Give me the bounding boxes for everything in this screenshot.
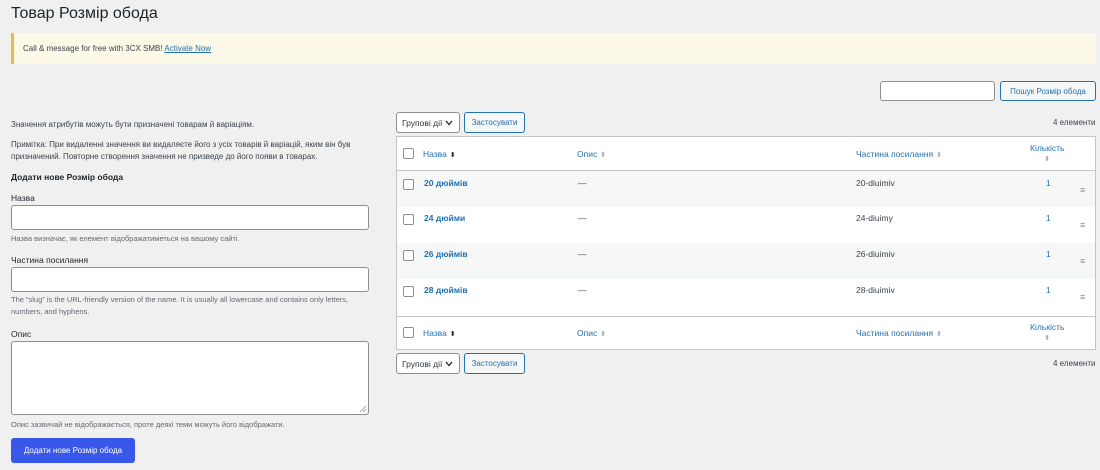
- add-new-button[interactable]: Додати нове Розмір обода: [11, 438, 135, 463]
- description-label: Опис: [11, 329, 32, 339]
- sort-arrows-icon: ⬍: [1044, 335, 1051, 342]
- row-checkbox[interactable]: [403, 250, 414, 261]
- notice-banner: Call & message for free with 3CX SMB! Ac…: [11, 33, 1096, 64]
- apply-button-top[interactable]: Застосувати: [464, 112, 525, 133]
- bulk-actions-select-bottom[interactable]: Групові дії: [396, 353, 460, 374]
- term-count-link[interactable]: 1: [1046, 285, 1051, 295]
- search-input[interactable]: [880, 81, 995, 101]
- table-row: 28 дюймів — 28-diuimiv 1 ≡: [397, 279, 1095, 316]
- table-row: 20 дюймів — 20-diuimiv 1 ≡: [397, 171, 1095, 207]
- table-row: 26 дюймів — 26-diuimiv 1 ≡: [397, 243, 1095, 279]
- chevron-down-icon: [445, 361, 453, 366]
- column-header-name[interactable]: Назва ⬍: [423, 149, 456, 159]
- column-footer-slug[interactable]: Частина посилання ⬍: [856, 328, 942, 338]
- drag-handle-icon[interactable]: ≡: [1080, 185, 1085, 195]
- table-row: 24 дюйми — 24-diuimy 1 ≡: [397, 207, 1095, 243]
- description-textarea[interactable]: [11, 341, 369, 415]
- name-input[interactable]: [11, 205, 369, 230]
- column-footer-description[interactable]: Опис ⬍: [577, 328, 606, 338]
- items-count-bottom: 4 елементи: [1053, 359, 1096, 368]
- table-footer: Назва ⬍ Опис ⬍ Частина посилання ⬍ Кількіст…: [397, 317, 1095, 349]
- term-description: —: [578, 249, 587, 259]
- slug-input[interactable]: [11, 267, 369, 292]
- description-help: Опис зазвичай не відображається, проте д…: [11, 420, 285, 429]
- items-count-top: 4 елементи: [1053, 118, 1096, 127]
- term-name-link[interactable]: 24 дюйми: [424, 213, 465, 223]
- term-slug: 26-diuimiv: [856, 249, 895, 259]
- resize-handle-icon[interactable]: [359, 405, 367, 413]
- bulk-actions-label: Групові дії: [402, 117, 443, 128]
- select-all-checkbox-footer[interactable]: [403, 327, 414, 338]
- table-header: Назва ⬍ Опис ⬍ Частина посилання ⬍ Кількіст…: [397, 137, 1095, 171]
- search-button[interactable]: Пошук Розмір обода: [1000, 81, 1096, 101]
- bulk-actions-label: Групові дії: [402, 358, 443, 369]
- term-slug: 24-diuimy: [856, 213, 893, 223]
- sort-arrows-icon: ⬍: [1044, 156, 1051, 163]
- slug-label: Частина посилання: [11, 255, 89, 265]
- name-description: Назва визначає, як елемент відображатиме…: [11, 234, 240, 243]
- name-label: Назва: [11, 193, 35, 203]
- slug-description: The “slug” is the URL-friendly version o…: [11, 295, 349, 316]
- sort-arrows-icon: ⬍: [936, 152, 942, 159]
- term-slug: 20-diuimiv: [856, 178, 895, 188]
- column-header-count[interactable]: Кількість ⬍: [1030, 143, 1064, 163]
- term-description: —: [578, 213, 587, 223]
- terms-table: Назва ⬍ Опис ⬍ Частина посилання ⬍ Кількіст…: [396, 136, 1096, 350]
- sort-arrows-icon: ⬍: [600, 152, 607, 159]
- term-name-link[interactable]: 20 дюймів: [424, 178, 468, 188]
- bulk-actions-select-top[interactable]: Групові дії: [396, 112, 460, 133]
- term-name-link[interactable]: 26 дюймів: [424, 249, 468, 259]
- sort-arrows-icon: ⬍: [936, 331, 942, 338]
- row-checkbox[interactable]: [403, 214, 414, 225]
- drag-handle-icon[interactable]: ≡: [1080, 220, 1085, 230]
- term-name-link[interactable]: 28 дюймів: [424, 285, 468, 295]
- activate-now-link[interactable]: Activate Now: [164, 44, 211, 53]
- drag-handle-icon[interactable]: ≡: [1080, 292, 1085, 302]
- row-checkbox[interactable]: [403, 179, 414, 190]
- term-description: —: [578, 285, 587, 295]
- page-title: Товар Розмір обода: [11, 5, 158, 22]
- column-header-description[interactable]: Опис ⬍: [577, 149, 606, 159]
- term-description: —: [578, 178, 587, 188]
- sort-arrows-icon: ⬍: [449, 152, 456, 159]
- apply-button-bottom[interactable]: Застосувати: [464, 353, 525, 374]
- form-heading: Додати нове Розмір обода: [11, 172, 124, 182]
- sort-arrows-icon: ⬍: [600, 331, 607, 338]
- column-header-slug[interactable]: Частина посилання ⬍: [856, 149, 942, 159]
- select-all-checkbox[interactable]: [403, 148, 414, 159]
- drag-handle-icon[interactable]: ≡: [1080, 256, 1085, 266]
- term-count-link[interactable]: 1: [1046, 249, 1051, 259]
- column-footer-name[interactable]: Назва ⬍: [423, 328, 456, 338]
- term-count-link[interactable]: 1: [1046, 178, 1051, 188]
- term-count-link[interactable]: 1: [1046, 213, 1051, 223]
- row-checkbox[interactable]: [403, 286, 414, 297]
- sort-arrows-icon: ⬍: [449, 331, 456, 338]
- form-intro: Значення атрибутів можуть бути призначен…: [11, 120, 255, 129]
- chevron-down-icon: [445, 120, 453, 125]
- notice-text: Call & message for free with 3CX SMB!: [23, 44, 163, 53]
- form-note: Примітка: При видаленні значення ви вида…: [11, 140, 351, 161]
- term-slug: 28-diuimiv: [856, 285, 895, 295]
- column-footer-count[interactable]: Кількість ⬍: [1030, 322, 1064, 342]
